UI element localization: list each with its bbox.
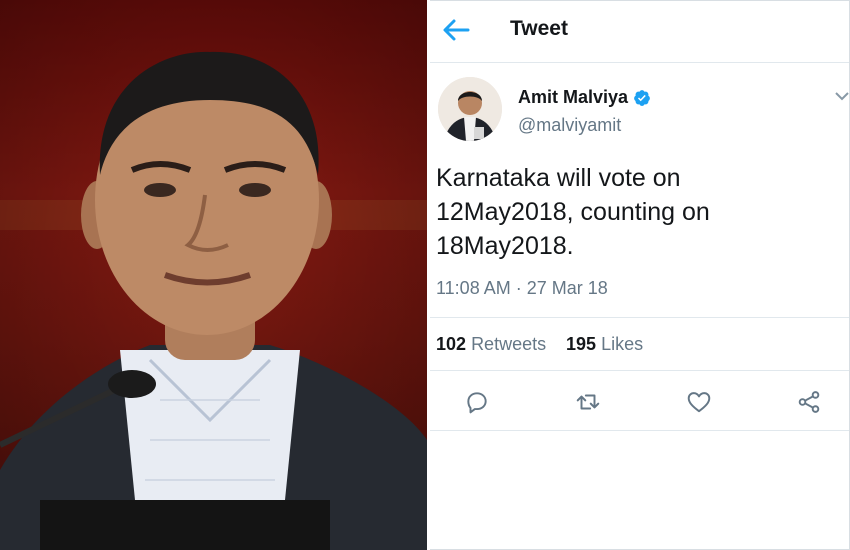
author-handle[interactable]: @malviyamit bbox=[518, 115, 621, 136]
reply-icon[interactable] bbox=[464, 389, 490, 415]
likes-count: 195 bbox=[566, 334, 597, 354]
retweets-count: 102 bbox=[436, 334, 467, 354]
tweet-stats: 102 Retweets 195 Likes bbox=[430, 317, 849, 371]
tweet-text-line: 12May2018, counting on bbox=[436, 198, 710, 226]
speaker-illustration bbox=[0, 0, 427, 550]
author-name[interactable]: Amit Malviya bbox=[518, 87, 628, 108]
tweet-text: Karnataka will vote on 12May2018, counti… bbox=[436, 161, 836, 263]
page-title: Tweet bbox=[510, 17, 568, 40]
verified-badge-icon bbox=[634, 89, 650, 106]
retweets-label: Retweets bbox=[471, 334, 547, 354]
share-icon[interactable] bbox=[796, 389, 822, 415]
tweet-text-line: 18May2018. bbox=[436, 232, 574, 260]
tweet-timestamp[interactable]: 11:08 AM · 27 Mar 18 bbox=[436, 278, 608, 299]
likes-stat[interactable]: 195 Likes bbox=[566, 334, 643, 355]
retweets-stat[interactable]: 102 Retweets bbox=[436, 334, 546, 355]
retweet-icon[interactable] bbox=[575, 389, 601, 415]
avatar[interactable] bbox=[438, 77, 502, 141]
arrow-left-icon[interactable] bbox=[442, 17, 470, 43]
chevron-down-icon[interactable] bbox=[834, 89, 850, 101]
tweet-panel: Tweet Amit Malviya @malviyamit Karnataka… bbox=[430, 0, 850, 550]
tweet-actions bbox=[430, 371, 849, 431]
top-bar: Tweet bbox=[430, 1, 849, 63]
tweet-author: Amit Malviya @malviyamit bbox=[430, 63, 849, 153]
likes-label: Likes bbox=[601, 334, 644, 354]
speaker-photo bbox=[0, 0, 427, 550]
heart-icon[interactable] bbox=[686, 389, 712, 415]
tweet-text-line: Karnataka will vote on bbox=[436, 164, 681, 192]
